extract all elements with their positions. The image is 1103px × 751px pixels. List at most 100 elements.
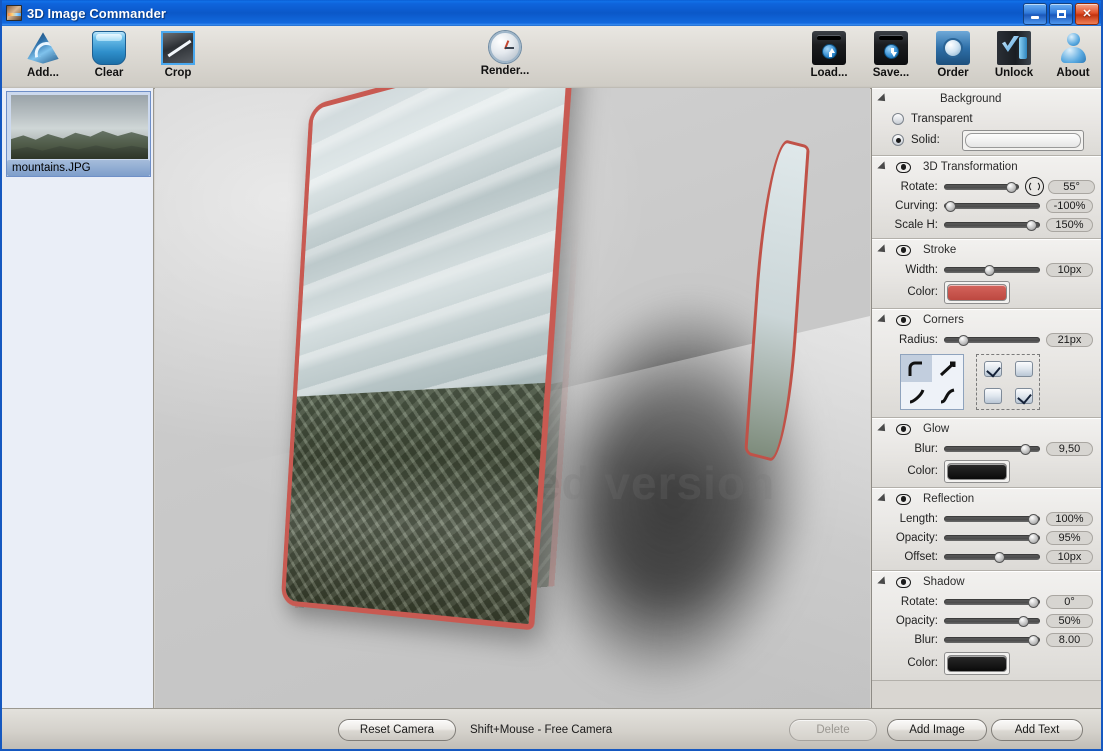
visibility-eye-icon[interactable] [896,314,911,326]
slider-shadow-blur[interactable] [944,634,1040,646]
about-user-icon [1056,31,1090,65]
row-glow-blur[interactable]: Blur: 9,50 [872,439,1101,458]
close-button[interactable]: ✕ [1075,3,1099,25]
toolbar-button-clear[interactable]: Clear [78,29,140,86]
collapse-triangle-icon[interactable] [877,314,889,326]
reset-camera-button[interactable]: Reset Camera [338,718,456,741]
row-solid[interactable]: Solid: [872,129,1101,151]
slider-reflection-opacity[interactable] [944,532,1040,544]
toolbar-button-unlock[interactable]: Unlock [983,29,1045,86]
section-header-corners[interactable]: Corners [872,310,1101,330]
section-header-background[interactable]: Background [872,89,1101,109]
collapse-triangle-icon[interactable] [877,161,889,173]
row-rotate[interactable]: Rotate: 55° [872,177,1101,196]
shadow-color-swatch[interactable] [944,651,1010,675]
section-header-transformation[interactable]: 3D Transformation [872,157,1101,177]
slider-reflection-offset[interactable] [944,551,1040,563]
corner-style-selector[interactable] [900,354,964,410]
minimize-button[interactable] [1023,3,1047,25]
corner-toggle-grid[interactable] [976,354,1040,410]
toolbar-button-save[interactable]: Save... [860,29,922,86]
photo-object[interactable] [275,88,810,668]
window-controls: ✕ [1023,3,1099,25]
corner-checkbox-top-left[interactable] [983,360,1002,377]
row-reflection-opacity[interactable]: Opacity: 95% [872,528,1101,547]
corner-checkbox-top-right[interactable] [1014,360,1033,377]
toolbar-button-order[interactable]: Order [922,29,984,86]
corner-style-rounded[interactable] [901,355,932,382]
corner-style-concave[interactable] [901,382,932,409]
application-window: 3D Image Commander ✕ Add... Clear Crop R… [0,0,1103,751]
file-list-panel[interactable]: mountains.JPG [2,88,154,708]
label-reflection-length: Length: [899,512,938,525]
slider-stroke-width[interactable] [944,264,1040,276]
slider-reflection-length[interactable] [944,513,1040,525]
slider-shadow-rotate[interactable] [944,596,1040,608]
row-shadow-color[interactable]: Color: [872,649,1101,677]
corner-style-sbend[interactable] [932,382,963,409]
visibility-eye-icon[interactable] [896,493,911,505]
corner-style-beveled[interactable] [932,355,963,382]
toolbar-label-clear: Clear [94,67,124,79]
corner-checkbox-bottom-left[interactable] [983,387,1002,404]
photo-surface[interactable] [280,88,576,631]
collapse-triangle-icon[interactable] [877,244,889,256]
visibility-eye-icon[interactable] [896,244,911,256]
visibility-eye-icon[interactable] [896,576,911,588]
section-header-glow[interactable]: Glow [872,419,1101,439]
section-header-stroke[interactable]: Stroke [872,240,1101,260]
slider-scaleh[interactable] [944,219,1040,231]
add-text-button[interactable]: Add Text [991,718,1083,741]
row-corner-radius[interactable]: Radius: 21px [872,330,1101,349]
row-transparent[interactable]: Transparent [872,109,1101,129]
collapse-triangle-icon[interactable] [877,493,889,505]
delete-button[interactable]: Delete [789,718,877,741]
label-corner-radius: Radius: [899,333,938,346]
row-shadow-opacity[interactable]: Opacity: 50% [872,611,1101,630]
label-shadow-opacity: Opacity: [895,614,938,627]
toolbar-label-order: Order [937,67,969,79]
corner-checkbox-bottom-right[interactable] [1014,387,1033,404]
value-shadow-rotate: 0° [1046,594,1093,609]
toolbar-button-load[interactable]: Load... [798,29,860,86]
slider-corner-radius[interactable] [944,334,1040,346]
visibility-eye-icon[interactable] [896,161,911,173]
row-scaleh[interactable]: Scale H: 150% [872,215,1101,234]
background-color-swatch[interactable] [961,129,1084,151]
row-stroke-color[interactable]: Color: [872,279,1101,305]
slider-shadow-opacity[interactable] [944,615,1040,627]
row-shadow-rotate[interactable]: Rotate: 0° [872,592,1101,611]
row-reflection-offset[interactable]: Offset: 10px [872,547,1101,566]
section-shadow: Shadow Rotate: 0° Opacity: 50% Blur: 8.0… [872,571,1101,681]
radio-transparent[interactable] [892,113,904,125]
collapse-triangle-icon[interactable] [877,93,889,105]
slider-rotate[interactable] [943,181,1020,193]
stroke-color-swatch[interactable] [944,280,1010,304]
row-reflection-length[interactable]: Length: 100% [872,509,1101,528]
add-image-button[interactable]: Add Image [887,718,987,741]
row-shadow-blur[interactable]: Blur: 8.00 [872,630,1101,649]
reset-rotate-button[interactable] [1025,177,1045,196]
section-header-reflection[interactable]: Reflection [872,489,1101,509]
toolbar-button-render[interactable]: Render... [474,29,536,86]
close-icon: ✕ [1082,7,1092,20]
toolbar-button-crop[interactable]: Crop [147,29,209,86]
collapse-triangle-icon[interactable] [877,423,889,435]
row-glow-color[interactable]: Color: [872,458,1101,484]
row-curving[interactable]: Curving: -100% [872,196,1101,215]
toolbar-button-about[interactable]: About [1042,29,1103,86]
slider-glow-blur[interactable] [944,443,1040,455]
3d-preview-canvas[interactable]: Unregistered version [155,88,870,708]
section-header-shadow[interactable]: Shadow [872,572,1101,592]
radio-solid[interactable] [892,134,904,146]
app-icon [6,5,22,21]
collapse-triangle-icon[interactable] [877,576,889,588]
value-glow-blur: 9,50 [1046,441,1093,456]
slider-curving[interactable] [944,200,1040,212]
list-item[interactable]: mountains.JPG [6,91,151,177]
row-stroke-width[interactable]: Width: 10px [872,260,1101,279]
maximize-button[interactable] [1049,3,1073,25]
glow-color-swatch[interactable] [944,459,1010,483]
toolbar-button-add[interactable]: Add... [12,29,74,86]
visibility-eye-icon[interactable] [896,423,911,435]
